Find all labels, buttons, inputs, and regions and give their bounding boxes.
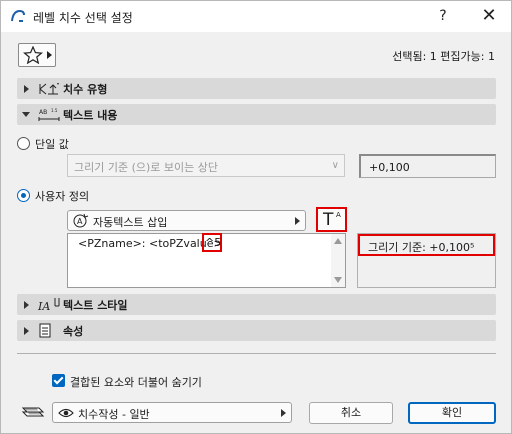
chevron-right-icon (281, 409, 286, 417)
scroll-up-icon[interactable] (334, 238, 342, 244)
section-text-content[interactable]: AB 1.5 텍스트 내용 (17, 104, 496, 125)
single-value-radio[interactable] (17, 137, 30, 150)
section-properties[interactable]: 속성 (17, 320, 496, 341)
layer-value: 치수작성 - 일반 (78, 408, 150, 421)
single-value-text: +0,100 (369, 161, 410, 174)
chevron-down-icon (22, 112, 30, 117)
text-style-button[interactable]: T A (316, 207, 347, 232)
cancel-button[interactable]: 취소 (309, 402, 393, 424)
autotext-icon: A (73, 213, 89, 228)
layers-icon (21, 407, 45, 417)
single-value-label: 단일 값 (35, 138, 69, 151)
level-dimension-settings-dialog: 레벨 치수 선택 설정 ? ✕ 선택됨: 1 편집가능: 1 치수 유형 AB … (0, 0, 512, 434)
chevron-right-icon (24, 85, 29, 93)
section-text-style[interactable]: IA 텍스트 스타일 (17, 294, 496, 315)
chevron-right-icon (24, 327, 29, 335)
section-label: 치수 유형 (63, 83, 108, 96)
superscript-code: ^5 (205, 236, 222, 249)
window-title: 레벨 치수 선택 설정 (33, 11, 133, 25)
selection-status: 선택됨: 1 편집가능: 1 (392, 50, 495, 63)
section-label: 텍스트 내용 (63, 109, 118, 122)
single-value-dropdown: 그리기 기준 (으)로 보이는 상단 ∨ (67, 154, 345, 177)
archicad-logo-icon (11, 9, 25, 22)
chevron-right-icon (295, 217, 300, 225)
custom-label: 사용자 정의 (35, 190, 90, 203)
chevron-down-icon: ∨ (331, 160, 339, 171)
section-dimension-type[interactable]: 치수 유형 (17, 78, 496, 99)
text-style-a: A (336, 211, 341, 219)
chevron-right-icon (47, 51, 52, 59)
insert-autotext-dropdown[interactable]: A 자동텍스트 삽입 (67, 210, 306, 231)
single-value-field: +0,100 (359, 154, 496, 178)
ok-button[interactable]: 확인 (408, 402, 496, 424)
properties-icon (39, 323, 51, 338)
scroll-down-icon[interactable] (334, 277, 342, 283)
preview-text: 그리기 기준: +0,100⁵ (368, 241, 475, 254)
level-dimension-icon (39, 83, 59, 95)
section-label: 텍스트 스타일 (63, 299, 128, 312)
section-label: 속성 (63, 325, 84, 338)
layer-dropdown[interactable]: 치수작성 - 일반 (52, 402, 292, 423)
insert-autotext-label: 자동텍스트 삽입 (93, 216, 168, 229)
footer-divider (17, 353, 496, 354)
favorites-button[interactable] (18, 43, 56, 67)
close-button[interactable]: ✕ (467, 4, 511, 28)
text-scrollbar[interactable] (331, 234, 345, 287)
text-style-icon: IA (37, 298, 60, 313)
single-value-dropdown-text: 그리기 기준 (으)로 보이는 상단 (74, 161, 219, 174)
chevron-right-icon (24, 301, 29, 309)
custom-text-value: <PZname>: <toPZvalue> (78, 237, 223, 250)
svg-text:1.5: 1.5 (51, 108, 58, 113)
star-icon (23, 46, 43, 64)
text-content-icon: AB 1.5 (38, 108, 60, 121)
title-bar: 레벨 치수 선택 설정 ? ✕ (1, 1, 511, 32)
preview-highlight: 그리기 기준: +0,100⁵ (358, 234, 495, 256)
eye-icon (58, 408, 74, 418)
custom-radio[interactable] (17, 189, 30, 202)
hide-with-element-label: 결합된 요소와 더불어 숨기기 (70, 376, 202, 389)
svg-text:A: A (77, 217, 83, 226)
svg-text:IA: IA (37, 300, 50, 313)
svg-text:AB: AB (39, 109, 47, 116)
help-button[interactable]: ? (421, 4, 465, 28)
hide-with-element-checkbox[interactable] (52, 374, 65, 387)
text-style-t: T (323, 210, 334, 230)
superscript-highlight: ^5 (202, 233, 222, 252)
